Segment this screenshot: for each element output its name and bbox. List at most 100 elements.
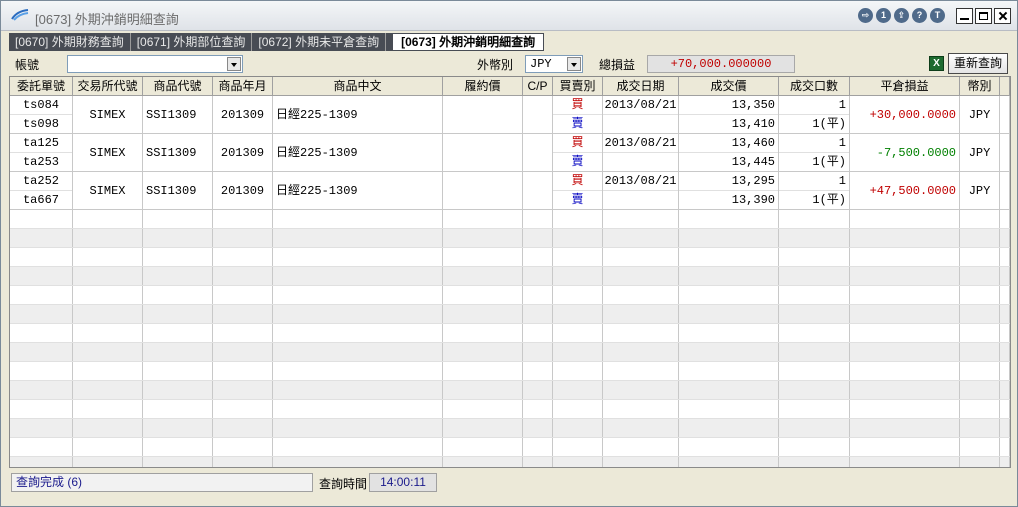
help-icon[interactable]: ? xyxy=(912,8,927,23)
cell-qty: 1 xyxy=(838,98,846,112)
cell-side: 賣 xyxy=(571,193,584,207)
cell-ym: 201309 xyxy=(220,108,265,122)
cell-cp xyxy=(523,96,552,134)
column-divider xyxy=(999,96,1000,467)
offset-detail-table: 委託單號 交易所代號 商品代號 商品年月 商品中文 履約價 C/P 買賣別 成交日期 成交價 成交口… xyxy=(9,76,1011,468)
column-header[interactable]: 成交日期 xyxy=(603,77,679,96)
account-label: 帳號 xyxy=(15,58,40,72)
cell-name: 日經225-1309 xyxy=(276,146,358,160)
cell-pnl: -7,500.0000 xyxy=(876,146,956,160)
table-row xyxy=(10,343,1010,362)
column-header[interactable]: 平倉損益 xyxy=(850,77,960,96)
cell-name: 日經225-1309 xyxy=(276,184,358,198)
tab-0671[interactable]: [0671] 外期部位查詢 xyxy=(131,33,253,51)
cell-qty: 1(平) xyxy=(812,193,846,207)
column-header[interactable]: 履約價 xyxy=(443,77,523,96)
cell-strike xyxy=(443,96,522,134)
currency-value: JPY xyxy=(530,57,552,71)
cell-order: ts084 xyxy=(22,98,59,112)
cell-cp xyxy=(523,134,552,172)
cell-name: 日經225-1309 xyxy=(276,108,358,122)
column-header[interactable]: 商品年月 xyxy=(213,77,273,96)
table-row xyxy=(10,248,1010,267)
tab-bar: [0670] 外期財務查詢 [0671] 外期部位查詢 [0672] 外期未平倉… xyxy=(9,33,545,51)
row-divider xyxy=(10,228,1010,229)
cell-currency: JPY xyxy=(968,108,991,122)
cell-order: ts098 xyxy=(22,117,59,131)
one-icon[interactable]: 1 xyxy=(876,8,891,23)
cell-ym: 201309 xyxy=(220,146,265,160)
column-divider xyxy=(1009,96,1010,467)
row-divider xyxy=(10,304,1010,305)
total-pnl-value: +70,000.000000 xyxy=(647,55,795,73)
chevron-down-icon[interactable] xyxy=(227,57,241,71)
currency-select[interactable]: JPY xyxy=(525,55,583,73)
title-icon-group: ⇨ 1 ⇪ ? T xyxy=(858,8,945,23)
row-divider xyxy=(10,418,1010,419)
close-icon[interactable] xyxy=(994,8,1011,24)
table-row xyxy=(10,438,1010,457)
column-header[interactable]: C/P xyxy=(523,77,553,96)
cell-cp xyxy=(523,172,552,210)
query-time-value: 14:00:11 xyxy=(369,473,437,492)
cell-qty: 1(平) xyxy=(812,155,846,169)
cell-date: 2013/08/21 xyxy=(604,136,677,150)
cell-date xyxy=(603,191,678,210)
tab-0670[interactable]: [0670] 外期財務查詢 xyxy=(9,33,131,51)
table-row xyxy=(10,419,1010,438)
column-header[interactable]: 買賣別 xyxy=(553,77,603,96)
lock-icon[interactable]: ⇪ xyxy=(894,8,909,23)
column-header[interactable]: 幣別 xyxy=(960,77,1000,96)
column-header[interactable]: 商品中文 xyxy=(273,77,443,96)
status-message: 查詢完成 (6) xyxy=(11,473,313,492)
account-select[interactable] xyxy=(67,55,243,73)
cell-price: 13,410 xyxy=(731,117,775,131)
tab-0672[interactable]: [0672] 外期未平倉查詢 xyxy=(252,33,387,51)
title-bar[interactable]: [0673] 外期沖銷明細查詢 ⇨ 1 ⇪ ? T xyxy=(1,1,1017,31)
table-row xyxy=(10,229,1010,248)
pin-icon[interactable]: T xyxy=(930,8,945,23)
cell-qty: 1 xyxy=(838,174,846,188)
column-header[interactable] xyxy=(1000,77,1010,96)
row-divider xyxy=(10,361,1010,362)
row-divider xyxy=(10,247,1010,248)
column-header[interactable]: 交易所代號 xyxy=(73,77,143,96)
cell-date: 2013/08/21 xyxy=(604,98,677,112)
table-row xyxy=(10,362,1010,381)
cell-ym: 201309 xyxy=(220,184,265,198)
requery-button[interactable]: 重新查詢 xyxy=(948,53,1008,74)
column-header[interactable]: 成交口數 xyxy=(779,77,850,96)
cell-strike xyxy=(443,134,522,172)
table-row xyxy=(10,305,1010,324)
chevron-down-icon[interactable] xyxy=(567,57,581,71)
column-header[interactable]: 委託單號 xyxy=(10,77,73,96)
column-header[interactable]: 成交價 xyxy=(679,77,779,96)
app-logo-icon xyxy=(11,9,29,21)
window-controls xyxy=(956,8,1011,24)
table-row xyxy=(10,286,1010,305)
cell-currency: JPY xyxy=(968,146,991,160)
row-divider xyxy=(10,380,1010,381)
maximize-icon[interactable] xyxy=(975,8,992,24)
cell-side: 賣 xyxy=(571,155,584,169)
table-row xyxy=(10,267,1010,286)
cell-product: SSI1309 xyxy=(146,184,197,198)
table-row xyxy=(10,210,1010,229)
table-row xyxy=(10,381,1010,400)
cell-price: 13,295 xyxy=(731,174,775,188)
cell-order: ta253 xyxy=(22,155,59,169)
cell-date xyxy=(603,115,678,134)
export-icon[interactable]: ⇨ xyxy=(858,8,873,23)
excel-export-icon[interactable]: X xyxy=(929,56,944,71)
table-row xyxy=(10,457,1010,467)
column-header[interactable]: 商品代號 xyxy=(143,77,213,96)
cell-side: 買 xyxy=(571,136,584,150)
row-divider xyxy=(10,399,1010,400)
window-title: [0673] 外期沖銷明細查詢 xyxy=(35,12,179,27)
cell-price: 13,390 xyxy=(731,193,775,207)
cell-exchange: SIMEX xyxy=(89,184,126,198)
cell-product: SSI1309 xyxy=(146,146,197,160)
tab-0673[interactable]: [0673] 外期沖銷明細查詢 xyxy=(392,33,545,51)
minimize-icon[interactable] xyxy=(956,8,973,24)
cell-side: 買 xyxy=(571,174,584,188)
